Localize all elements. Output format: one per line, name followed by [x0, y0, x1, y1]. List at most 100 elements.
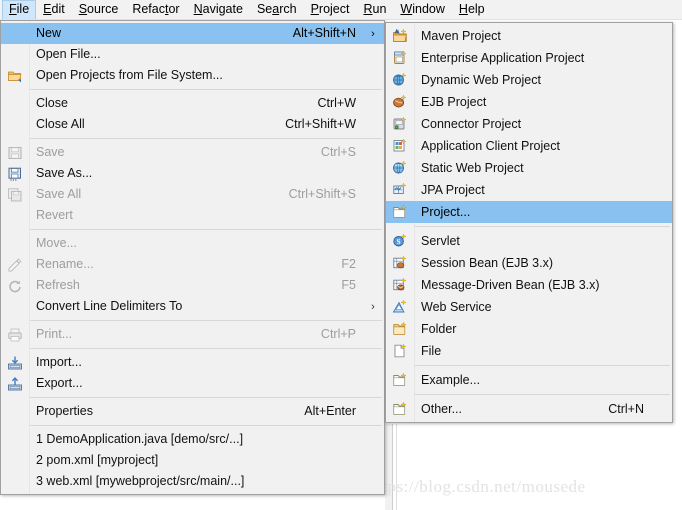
- file-menu-item-2-pom-xml-myproject[interactable]: 2 pom.xml [myproject]: [1, 450, 384, 471]
- file-menu-item-close[interactable]: CloseCtrl+W: [1, 93, 384, 114]
- file-menu-item-convert-line-delimiters-to[interactable]: Convert Line Delimiters To ›: [1, 296, 384, 317]
- export-icon: [1, 373, 29, 394]
- menu-item-shortcut: Ctrl+S: [303, 145, 366, 160]
- menu-separator: [386, 223, 672, 230]
- file-menu-item-open-file[interactable]: Open File...: [1, 44, 384, 65]
- import-icon: [1, 352, 29, 373]
- menu-item-shortcut: F5: [323, 278, 366, 293]
- file-menu-item-properties[interactable]: PropertiesAlt+Enter: [1, 401, 384, 422]
- new-submenu-item-servlet[interactable]: SServlet: [386, 230, 672, 252]
- menu-item-label: File: [414, 344, 626, 359]
- other-icon: [386, 398, 414, 420]
- file-menu-item-1-demoapplication-java-demo-src[interactable]: 1 DemoApplication.java [demo/src/...]: [1, 429, 384, 450]
- static-web-project-icon: [386, 157, 414, 179]
- menu-separator: [1, 317, 384, 324]
- menu-item-label: Application Client Project: [414, 139, 626, 154]
- menu-separator: [1, 422, 384, 429]
- new-submenu-item-example[interactable]: Example...: [386, 369, 672, 391]
- menu-item-shortcut: Ctrl+Shift+W: [267, 117, 366, 132]
- submenu-arrow-icon: ›: [366, 301, 384, 313]
- menu-item-label: Static Web Project: [414, 161, 626, 176]
- file-menu-item-close-all[interactable]: Close AllCtrl+Shift+W: [1, 114, 384, 135]
- maven-project-icon: [386, 25, 414, 47]
- menu-item-shortcut: Ctrl+P: [303, 327, 366, 342]
- menu-item-shortcut: Alt+Enter: [286, 404, 366, 419]
- menu-item-label: Enterprise Application Project: [414, 51, 626, 66]
- save-as-icon: [1, 163, 29, 184]
- new-submenu-item-static-web-project[interactable]: Static Web Project: [386, 157, 672, 179]
- menubar-item-help[interactable]: Help: [452, 0, 492, 19]
- new-submenu-item-folder[interactable]: Folder: [386, 318, 672, 340]
- new-submenu-item-jpa-project[interactable]: JPA Project: [386, 179, 672, 201]
- new-submenu-item-maven-project[interactable]: Maven Project: [386, 25, 672, 47]
- new-submenu-item-enterprise-application-project[interactable]: Enterprise Application Project: [386, 47, 672, 69]
- menu-separator: [1, 394, 384, 401]
- new-submenu-item-message-driven-bean-ejb-3-x[interactable]: Message-Driven Bean (EJB 3.x): [386, 274, 672, 296]
- file-menu-item-3-web-xml-mywebproject-src-main[interactable]: 3 web.xml [mywebproject/src/main/...]: [1, 471, 384, 492]
- menu-item-label: Refresh: [29, 278, 323, 293]
- folder-icon: [386, 318, 414, 340]
- menu-item-label: Convert Line Delimiters To: [29, 299, 338, 314]
- dynamic-web-project-icon: [386, 69, 414, 91]
- file-menu-item-export[interactable]: Export...: [1, 373, 384, 394]
- menubar-item-run[interactable]: Run: [356, 0, 393, 19]
- menu-item-label: Properties: [29, 404, 286, 419]
- menubar-item-window[interactable]: Window: [393, 0, 451, 19]
- menu-item-label: Rename...: [29, 257, 323, 272]
- new-submenu-item-application-client-project[interactable]: Application Client Project: [386, 135, 672, 157]
- new-submenu-item-dynamic-web-project[interactable]: Dynamic Web Project: [386, 69, 672, 91]
- menu-item-label: Dynamic Web Project: [414, 73, 626, 88]
- menu-item-label: Close All: [29, 117, 267, 132]
- menubar-item-search[interactable]: Search: [250, 0, 304, 19]
- menubar-item-file[interactable]: File: [2, 0, 36, 19]
- new-submenu-item-session-bean-ejb-3-x[interactable]: Session Bean (EJB 3.x): [386, 252, 672, 274]
- menu-item-label: Save As...: [29, 166, 338, 181]
- save-all-icon: [1, 184, 29, 205]
- save-icon: [1, 142, 29, 163]
- new-submenu-item-project[interactable]: Project...: [386, 201, 672, 223]
- menu-item-label: Example...: [414, 373, 626, 388]
- new-submenu-item-other[interactable]: Other...Ctrl+N: [386, 398, 672, 420]
- file-menu-item-save-as[interactable]: Save As...: [1, 163, 384, 184]
- menu-item-label: Revert: [29, 208, 338, 223]
- file-menu-item-open-projects-from-file-system[interactable]: Open Projects from File System...: [1, 65, 384, 86]
- menubar-item-navigate[interactable]: Navigate: [187, 0, 250, 19]
- menubar-item-edit[interactable]: Edit: [36, 0, 72, 19]
- menubar-item-refactor[interactable]: Refactor: [125, 0, 186, 19]
- menu-separator: [1, 345, 384, 352]
- menu-item-label: 1 DemoApplication.java [demo/src/...]: [29, 432, 338, 447]
- no-icon: [1, 44, 29, 65]
- menu-item-label: Open Projects from File System...: [29, 68, 338, 83]
- menu-item-label: Close: [29, 96, 299, 111]
- menu-separator: [1, 226, 384, 233]
- refresh-icon: [1, 275, 29, 296]
- enterprise-application-project-icon: [386, 47, 414, 69]
- menu-item-label: Maven Project: [414, 29, 626, 44]
- message-driven-bean-icon: [386, 274, 414, 296]
- new-submenu-item-web-service[interactable]: Web Service: [386, 296, 672, 318]
- menu-item-label: EJB Project: [414, 95, 626, 110]
- new-submenu-popup: Maven Project Enterprise Application Proj…: [385, 22, 673, 423]
- menu-item-label: Export...: [29, 376, 338, 391]
- new-submenu-item-file[interactable]: File: [386, 340, 672, 362]
- no-icon: [1, 93, 29, 114]
- menu-item-label: Message-Driven Bean (EJB 3.x): [414, 278, 626, 293]
- jpa-project-icon: [386, 179, 414, 201]
- file-menu-popup: NewAlt+Shift+N›Open File... Open Projects…: [0, 20, 385, 495]
- editor-gutter-line: [396, 424, 397, 510]
- file-menu-item-new[interactable]: NewAlt+Shift+N›: [1, 23, 384, 44]
- no-icon: [1, 450, 29, 471]
- example-icon: [386, 369, 414, 391]
- editor-area[interactable]: [385, 424, 682, 510]
- menu-bar: FileEditSourceRefactorNavigateSearchProj…: [0, 0, 682, 20]
- menu-item-shortcut: Alt+Shift+N: [275, 26, 366, 41]
- menu-item-label: Print...: [29, 327, 303, 342]
- application-client-project-icon: [386, 135, 414, 157]
- menubar-item-source[interactable]: Source: [72, 0, 126, 19]
- new-submenu-item-ejb-project[interactable]: EJB Project: [386, 91, 672, 113]
- no-icon: [1, 23, 29, 44]
- new-submenu-item-connector-project[interactable]: Connector Project: [386, 113, 672, 135]
- ejb-project-icon: [386, 91, 414, 113]
- menubar-item-project[interactable]: Project: [304, 0, 357, 19]
- file-menu-item-import[interactable]: Import...: [1, 352, 384, 373]
